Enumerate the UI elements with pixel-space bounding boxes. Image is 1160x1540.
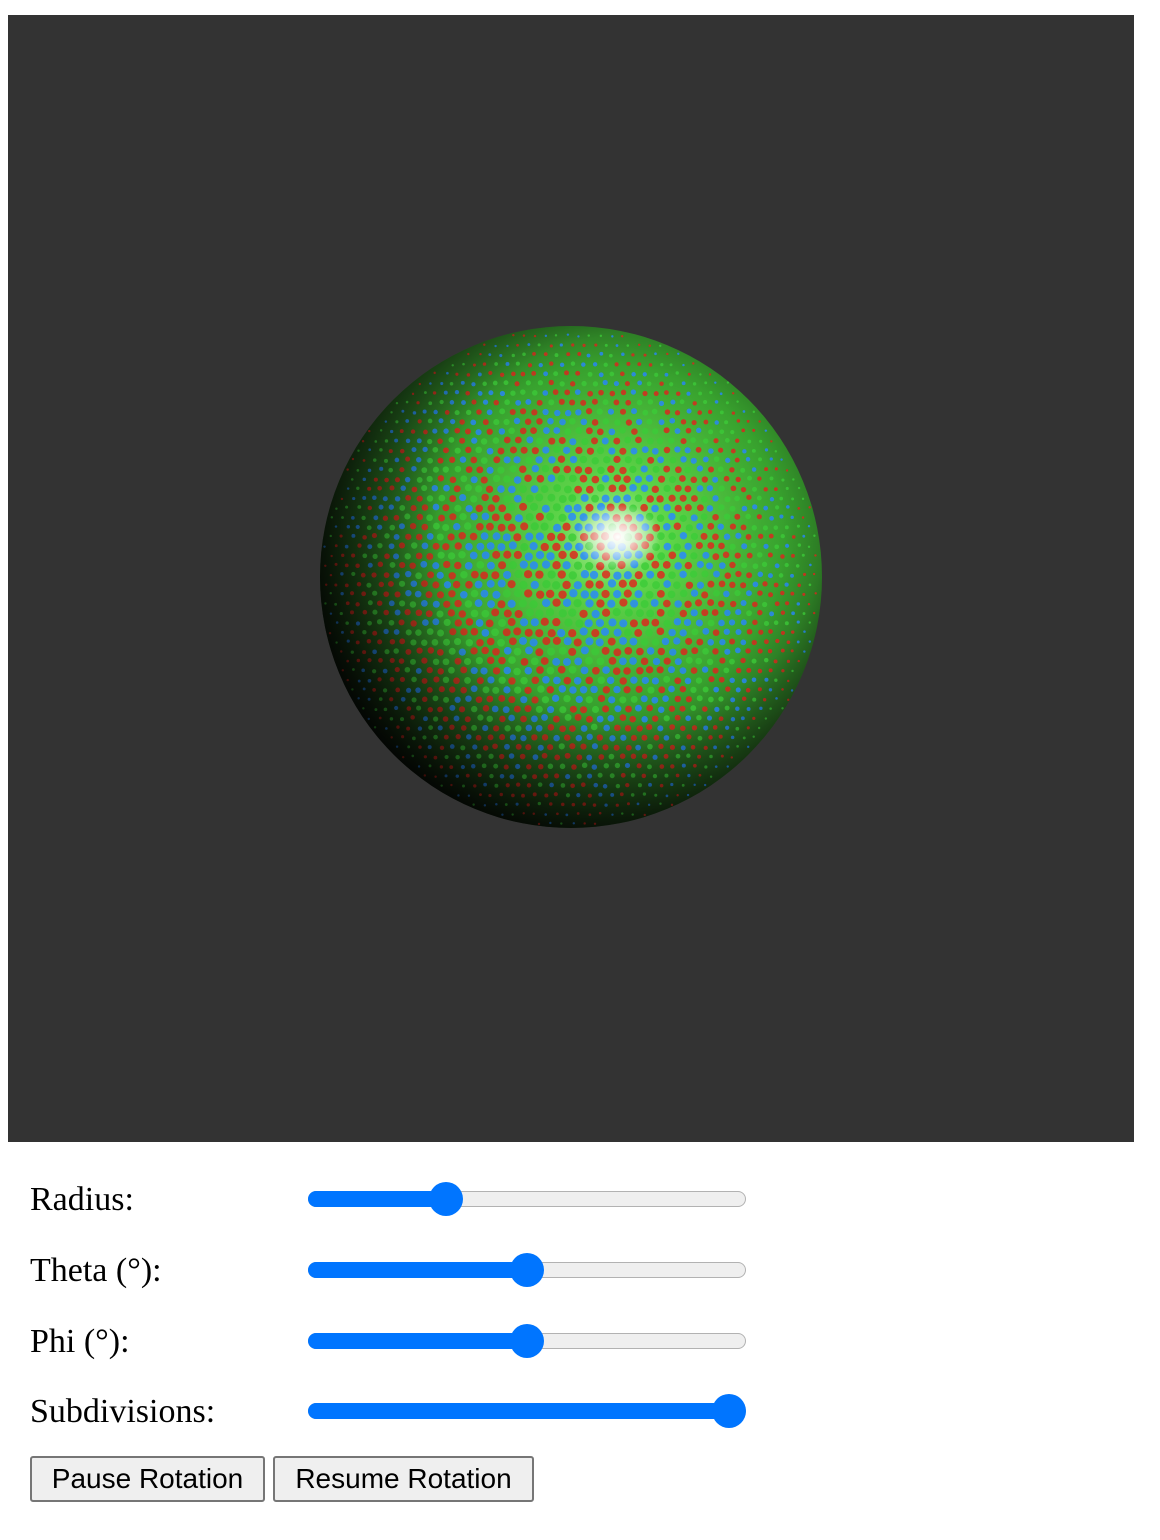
subdivisions-slider[interactable] bbox=[308, 1394, 746, 1428]
radius-slider[interactable] bbox=[308, 1182, 746, 1216]
subdivisions-slider-fill bbox=[308, 1403, 729, 1419]
phi-slider-thumb[interactable] bbox=[510, 1324, 544, 1358]
subdivisions-control: Subdivisions: bbox=[30, 1392, 790, 1432]
specular-highlight bbox=[576, 503, 660, 571]
theta-slider-fill bbox=[308, 1262, 527, 1278]
radius-slider-fill bbox=[308, 1191, 447, 1207]
pause-rotation-button[interactable]: Pause Rotation bbox=[30, 1456, 265, 1502]
radius-label: Radius: bbox=[30, 1181, 134, 1218]
radius-slider-thumb[interactable] bbox=[429, 1182, 464, 1216]
phi-slider[interactable] bbox=[308, 1324, 746, 1358]
subdivisions-label: Subdivisions: bbox=[30, 1393, 216, 1430]
theta-slider[interactable] bbox=[308, 1253, 746, 1287]
phi-label: Phi (°): bbox=[30, 1323, 130, 1360]
subdivisions-slider-thumb[interactable] bbox=[712, 1394, 746, 1428]
theta-label: Theta (°): bbox=[30, 1252, 162, 1289]
sphere-shading bbox=[320, 326, 822, 828]
theta-control: Theta (°): bbox=[30, 1251, 790, 1291]
theta-slider-thumb[interactable] bbox=[510, 1253, 544, 1287]
render-viewport[interactable] bbox=[8, 15, 1134, 1142]
phi-control: Phi (°): bbox=[30, 1322, 790, 1362]
resume-rotation-button[interactable]: Resume Rotation bbox=[273, 1456, 534, 1502]
phi-slider-fill bbox=[308, 1333, 527, 1349]
radius-control: Radius: bbox=[30, 1180, 790, 1220]
sphere-canvas bbox=[320, 326, 822, 828]
